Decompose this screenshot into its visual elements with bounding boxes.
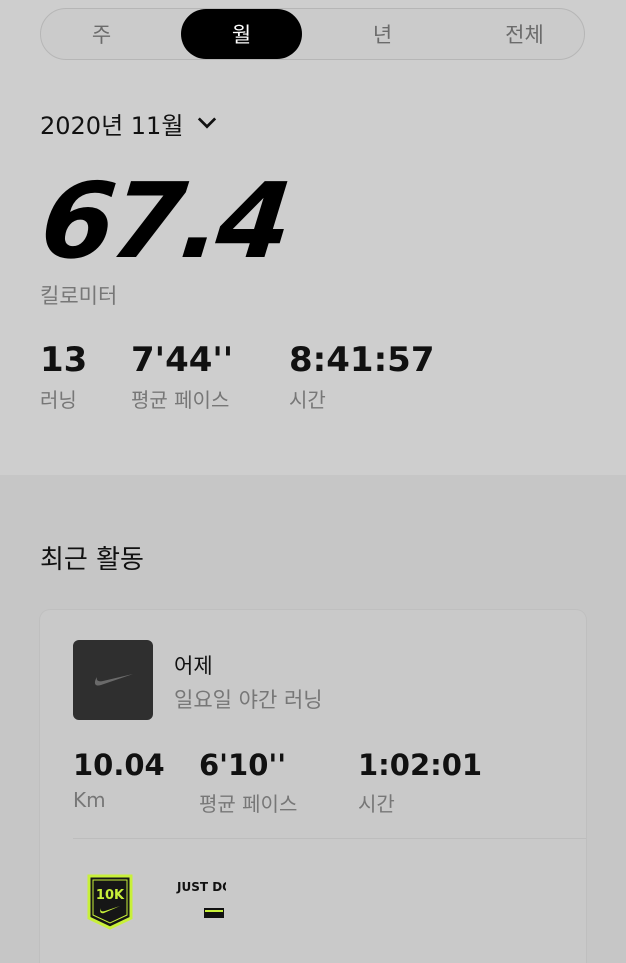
10k-badge-icon[interactable]: 10K: [87, 874, 133, 934]
card-divider: [73, 838, 586, 839]
activity-distance-value: 10.04: [73, 748, 165, 782]
period-selector[interactable]: 2020년 11월: [40, 106, 217, 140]
avg-pace-value: 7'44'': [131, 340, 234, 380]
activity-pace-stat: 6'10'' 평균 페이스: [199, 748, 297, 817]
avg-pace-stat: 7'44'' 평균 페이스: [131, 340, 233, 413]
activity-time-stat: 1:02:01 시간: [358, 748, 482, 817]
tab-year[interactable]: 년: [322, 9, 443, 59]
runs-stat: 13 러닝: [40, 340, 87, 413]
recent-activity-title: 최근 활동: [40, 545, 144, 575]
tab-week[interactable]: 주: [41, 9, 162, 59]
activity-distance-stat: 10.04 Km: [73, 748, 165, 812]
badge-jdi-text: JUST DO IT.: [176, 880, 226, 894]
activity-time-label: 시간: [358, 792, 395, 816]
time-label: 시간: [289, 388, 326, 412]
runs-count: 13: [40, 340, 88, 380]
activity-pace-value: 6'10'': [199, 748, 287, 782]
tab-month[interactable]: 월: [181, 9, 302, 59]
avg-pace-label: 평균 페이스: [131, 388, 230, 412]
activity-pace-label: 평균 페이스: [199, 792, 298, 816]
chevron-down-icon: [197, 113, 217, 133]
period-tabs: 주 월 년 전체: [40, 8, 585, 60]
swoosh-icon: [94, 674, 133, 686]
total-distance-unit: 킬로미터: [40, 284, 118, 308]
time-stat: 8:41:57 시간: [289, 340, 434, 413]
runs-label: 러닝: [40, 388, 77, 412]
time-value: 8:41:57: [289, 340, 435, 380]
activity-card[interactable]: 어제 일요일 야간 러닝 10.04 Km 6'10'' 평균 페이스 1:02…: [40, 610, 586, 963]
period-label: 2020년 11월: [40, 111, 184, 140]
tab-all[interactable]: 전체: [464, 9, 585, 59]
activity-thumbnail: [73, 640, 153, 720]
badge-10k-text: 10K: [96, 888, 125, 903]
total-distance-value: 67.4: [35, 160, 294, 282]
just-do-it-badge-icon[interactable]: JUST DO IT.: [174, 876, 252, 932]
activity-date: 어제: [174, 654, 213, 678]
activity-name: 일요일 야간 러닝: [174, 688, 323, 712]
activity-distance-unit: Km: [73, 788, 106, 812]
activity-time-value: 1:02:01: [358, 748, 483, 782]
